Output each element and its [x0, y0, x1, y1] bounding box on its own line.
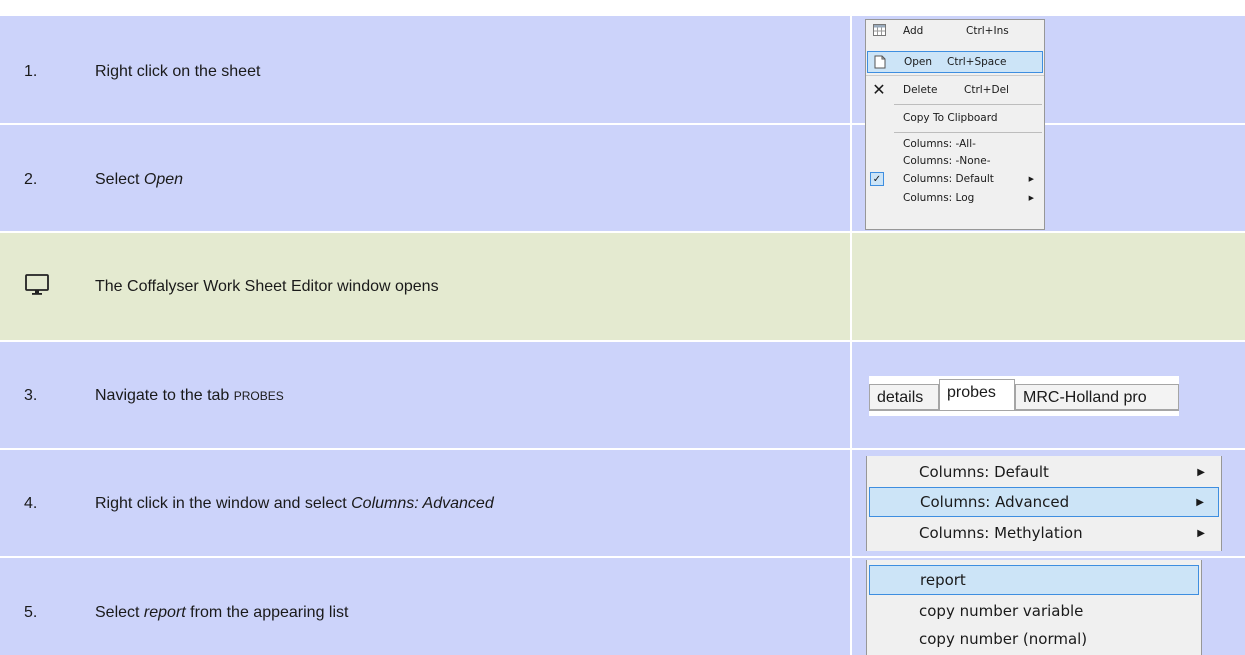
menu-item-columns-advanced[interactable]: Columns: Advanced ▶ [869, 487, 1219, 517]
step-text-emphasis: report [143, 604, 186, 621]
menu-separator [894, 132, 1042, 133]
menu-item-label: Columns: -None- [903, 155, 991, 167]
step-text-part: Select [95, 171, 144, 188]
menu-separator [894, 104, 1042, 105]
step-text-part: Right click in the window and select [95, 495, 352, 512]
step-number: 2. [24, 171, 38, 188]
menu-item-label: Delete [903, 84, 938, 96]
menu-item-label: Add [903, 25, 924, 37]
report-list: report copy number variable copy number … [866, 560, 1202, 655]
monitor-icon [24, 273, 50, 302]
menu-separator [866, 75, 1044, 76]
menu-item-columns-default[interactable]: ✓ Columns: Default ▶ [866, 170, 1044, 189]
info-row: The Coffalyser Work Sheet Editor window … [0, 233, 1245, 340]
step-number: 5. [24, 604, 38, 621]
step-text-part: Select [95, 604, 144, 621]
info-cell: The Coffalyser Work Sheet Editor window … [0, 233, 850, 340]
step-text: Right click on the sheet [95, 63, 261, 80]
step-text-part: Navigate to the tab [95, 387, 234, 404]
step-text-part: from the appearing list [185, 604, 349, 621]
list-item-report[interactable]: report [869, 565, 1199, 595]
document-icon [873, 55, 887, 69]
menu-item-label: Copy To Clipboard [903, 112, 998, 124]
step-cell: 4. Right click in the window and select … [0, 450, 850, 556]
step-text-emphasis: Columns: Advanced [351, 495, 494, 512]
menu-item-delete[interactable]: ✕ Delete Ctrl+Del [866, 80, 1044, 100]
menu-item-open[interactable]: Open Ctrl+Space [867, 51, 1043, 73]
menu-item-label: Columns: Default [919, 463, 1049, 481]
list-item-label: copy number (normal) [919, 630, 1088, 648]
list-item-label: report [920, 571, 966, 589]
menu-item-add[interactable]: Add Ctrl+Ins [866, 21, 1044, 41]
columns-menu: Columns: Default ▶ Columns: Advanced ▶ C… [866, 456, 1222, 551]
step-cell: 5. Select report from the appearing list [0, 558, 850, 655]
step-text: Right click in the window and select Col… [95, 495, 494, 513]
step-row-1: 1. Right click on the sheet [0, 16, 1245, 123]
submenu-arrow-icon: ▶ [1028, 194, 1034, 202]
check-icon: ✓ [870, 172, 884, 186]
step-text-emphasis: Open [143, 171, 184, 188]
context-menu: Add Ctrl+Ins Open Ctrl+Space ✕ Delete Ct… [865, 19, 1045, 230]
close-icon: ✕ [872, 80, 886, 99]
step-text: Navigate to the tab PROBES [95, 387, 284, 405]
submenu-arrow-icon: ▶ [1196, 497, 1204, 508]
menu-item-label: Columns: Advanced [920, 493, 1070, 511]
info-text: The Coffalyser Work Sheet Editor window … [95, 278, 439, 295]
menu-item-label: Columns: Default [903, 173, 994, 185]
tab-probes[interactable]: probes [939, 379, 1015, 411]
menu-item-copy-to-clipboard[interactable]: Copy To Clipboard [866, 108, 1044, 128]
step-text: Select report from the appearing list [95, 604, 348, 622]
submenu-arrow-icon: ▶ [1197, 528, 1205, 539]
menu-item-shortcut: Ctrl+Space [947, 56, 1007, 68]
step-row-2: 2. Select Open [0, 125, 1245, 231]
step-number: 4. [24, 495, 38, 512]
list-item-label: copy number variable [919, 602, 1084, 620]
step-number: 3. [24, 387, 38, 404]
menu-item-shortcut: Ctrl+Ins [966, 25, 1009, 37]
menu-item-label: Open [904, 56, 933, 68]
menu-item-columns-methylation[interactable]: Columns: Methylation ▶ [867, 519, 1221, 549]
menu-item-label: Columns: -All- [903, 138, 976, 150]
step-cell: 3. Navigate to the tab PROBES [0, 342, 850, 448]
list-item-copy-number-variable[interactable]: copy number variable [867, 597, 1201, 627]
step-cell: 1. Right click on the sheet [0, 16, 850, 123]
submenu-arrow-icon: ▶ [1197, 467, 1205, 478]
menu-item-columns-default[interactable]: Columns: Default ▶ [867, 458, 1221, 488]
step-number: 1. [24, 63, 38, 80]
menu-item-label: Columns: Log [903, 192, 975, 204]
step-text-smallcaps: PROBES [233, 389, 284, 403]
menu-item-columns-none[interactable]: Columns: -None- [866, 153, 1044, 170]
menu-item-label: Columns: Methylation [919, 524, 1083, 542]
step-text: Select Open [95, 171, 183, 189]
menu-item-columns-log[interactable]: Columns: Log ▶ [866, 189, 1044, 208]
tab-strip: details probes MRC-Holland pro [869, 376, 1179, 416]
tab-mrc-holland[interactable]: MRC-Holland pro [1015, 384, 1179, 410]
menu-item-shortcut: Ctrl+Del [964, 84, 1009, 96]
tab-baseline [869, 410, 1179, 411]
submenu-arrow-icon: ▶ [1028, 175, 1034, 183]
image-cell [852, 233, 1245, 340]
table-icon [872, 24, 886, 38]
step-cell: 2. Select Open [0, 125, 850, 231]
menu-item-columns-all[interactable]: Columns: -All- [866, 136, 1044, 153]
tab-details[interactable]: details [869, 384, 939, 410]
list-item-copy-number-normal[interactable]: copy number (normal) [867, 625, 1201, 655]
